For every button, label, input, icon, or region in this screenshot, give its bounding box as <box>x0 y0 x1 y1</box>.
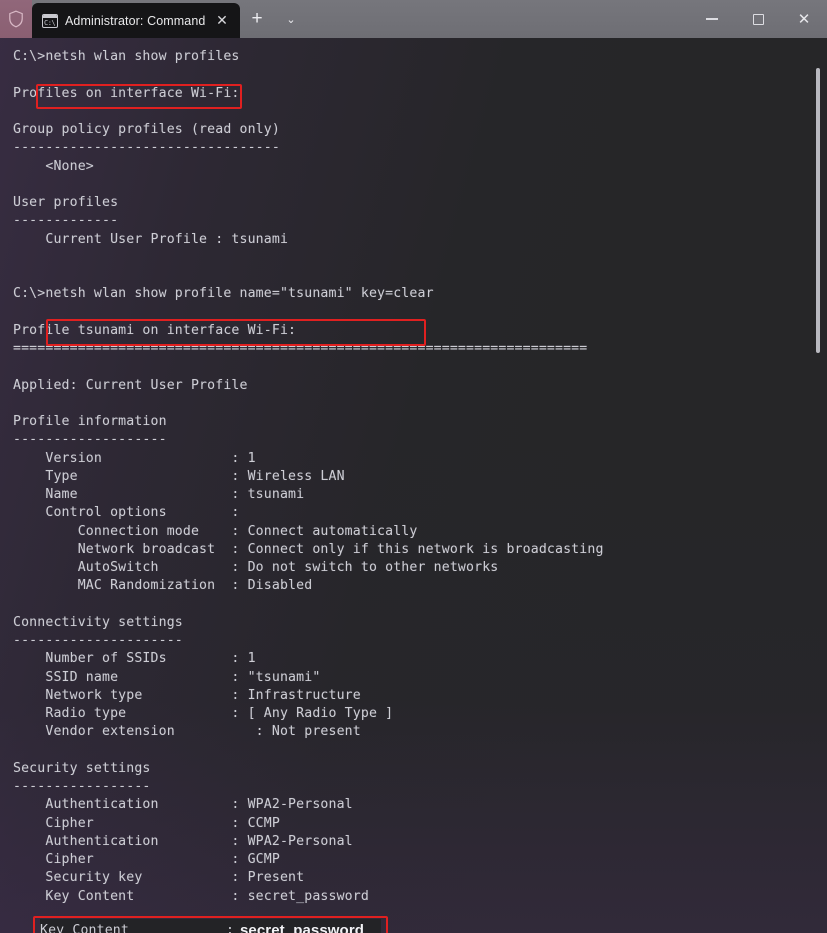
terminal-line: Control options : <box>13 505 240 521</box>
terminal-line: Network type : Infrastructure <box>13 687 361 703</box>
terminal-line: ------------------- <box>13 432 167 448</box>
terminal-line: Applied: Current User Profile <box>13 377 248 393</box>
terminal-line: Group policy profiles (read only) <box>13 122 280 137</box>
scrollbar-track[interactable] <box>813 38 823 933</box>
terminal-line: ----------------- <box>13 779 151 794</box>
terminal-line: SSID name : "tsunami" <box>13 669 321 685</box>
terminal-line: Profiles on interface Wi-Fi: <box>13 85 240 101</box>
terminal-line: <None> <box>13 158 94 174</box>
command-prompt-window: C:\ Administrator: Command Promp ✕ + ⌄ ✕… <box>0 0 827 933</box>
terminal-line: Connectivity settings <box>13 614 183 630</box>
terminal-line: Vendor extension : Not present <box>13 724 361 740</box>
terminal-line: Key Content : secret_password <box>13 888 369 904</box>
terminal-line: C:\>netsh wlan show profile name="tsunam… <box>13 286 434 302</box>
key-content-value: secret_password <box>239 921 365 933</box>
tab-administrator-command-prompt[interactable]: C:\ Administrator: Command Promp ✕ <box>32 3 240 38</box>
terminal-line: User profiles <box>13 195 119 210</box>
close-window-button[interactable]: ✕ <box>781 0 827 38</box>
terminal-line: Profile information <box>13 414 167 429</box>
tab-strip: C:\ Administrator: Command Promp ✕ + ⌄ <box>32 0 689 38</box>
key-content-row: Key Content : secret_password <box>40 919 381 933</box>
terminal-line: Security settings <box>13 760 151 776</box>
terminal-line: Current User Profile : tsunami <box>13 231 289 247</box>
terminal-line: Version : 1 <box>13 450 256 466</box>
terminal-line: Number of SSIDs : 1 <box>13 651 256 667</box>
terminal-line: ========================================… <box>13 341 588 356</box>
terminal-line: Profile tsunami on interface Wi-Fi: <box>13 322 297 338</box>
terminal-line: MAC Randomization : Disabled <box>13 578 313 594</box>
scrollbar-thumb[interactable] <box>816 68 820 353</box>
key-content-colon: : <box>226 922 234 933</box>
terminal-line: Connection mode : Connect automatically <box>13 523 418 539</box>
chevron-down-icon[interactable]: ⌄ <box>274 0 308 38</box>
terminal-output: C:\>netsh wlan show profiles Profiles on… <box>13 48 827 933</box>
tab-title: Administrator: Command Promp <box>65 13 210 28</box>
terminal-line: Type : Wireless LAN <box>13 468 345 484</box>
console-icon: C:\ <box>42 13 58 28</box>
terminal-line: ------------- <box>13 213 119 229</box>
terminal-line: Radio type : [ Any Radio Type ] <box>13 706 394 721</box>
close-tab-icon[interactable]: ✕ <box>210 9 234 33</box>
title-bar: C:\ Administrator: Command Promp ✕ + ⌄ ✕ <box>0 0 827 38</box>
console-icon-text: C:\ <box>44 18 56 27</box>
shield-icon <box>8 10 24 28</box>
terminal-line: Cipher : GCMP <box>13 852 280 867</box>
terminal-line: AutoSwitch : Do not switch to other netw… <box>13 560 499 575</box>
terminal-line: C:\>netsh wlan show profiles <box>13 49 240 64</box>
admin-shield-badge <box>0 0 32 38</box>
terminal-line: Name : tsunami <box>13 487 305 502</box>
terminal-line: --------------------------------- <box>13 140 280 156</box>
new-tab-button[interactable]: + <box>240 0 274 38</box>
maximize-button[interactable] <box>735 0 781 38</box>
terminal-line: Authentication : WPA2-Personal <box>13 797 353 813</box>
terminal-line: --------------------- <box>13 633 183 648</box>
minimize-button[interactable] <box>689 0 735 38</box>
window-controls: ✕ <box>689 0 827 38</box>
terminal-line: Cipher : CCMP <box>13 815 280 831</box>
terminal-line: Network broadcast : Connect only if this… <box>13 541 604 557</box>
key-content-label: Key Content <box>40 922 129 933</box>
terminal-area[interactable]: C:\>netsh wlan show profiles Profiles on… <box>0 38 827 933</box>
terminal-line: Security key : Present <box>13 870 305 886</box>
terminal-line: Authentication : WPA2-Personal <box>13 833 353 849</box>
